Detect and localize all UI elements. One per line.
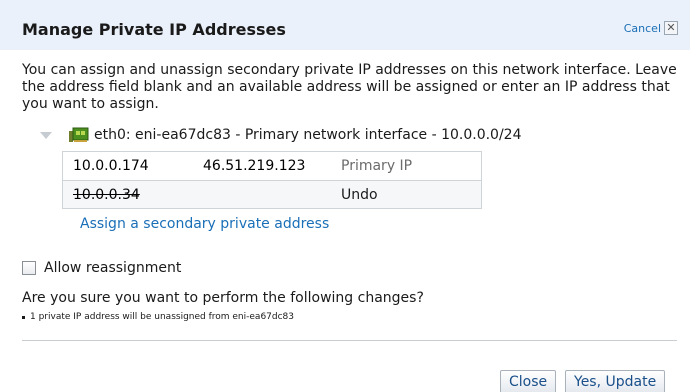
expand-triangle-icon[interactable] (40, 131, 52, 139)
dialog-title: Manage Private IP Addresses (22, 20, 286, 39)
allow-reassignment-control[interactable]: Allow reassignment (22, 260, 181, 276)
network-interface-row: eth0: eni-ea67dc83 - Primary network int… (40, 126, 522, 144)
primary-ip-label: Primary IP (341, 158, 413, 174)
intro-text: You can assign and unassign secondary pr… (22, 62, 677, 112)
table-row: 10.0.0.34 Undo (63, 180, 481, 208)
public-ip-cell: 46.51.219.123 (203, 158, 306, 174)
bullet-icon (22, 315, 25, 319)
unassigned-ip-cell: 10.0.0.34 (73, 186, 140, 203)
assign-secondary-address-link[interactable]: Assign a secondary private address (80, 216, 329, 232)
close-icon[interactable]: ✕ (664, 21, 678, 35)
table-row: 10.0.0.174 46.51.219.123 Primary IP (63, 152, 481, 180)
network-card-icon (69, 127, 89, 142)
undo-link[interactable]: Undo (341, 187, 481, 203)
cancel-control[interactable]: Cancel ✕ (624, 21, 678, 35)
allow-reassignment-checkbox[interactable] (22, 261, 36, 275)
allow-reassignment-label[interactable]: Allow reassignment (44, 260, 181, 276)
ip-address-table: 10.0.0.174 46.51.219.123 Primary IP 10.0… (62, 151, 482, 209)
close-button[interactable]: Close (500, 370, 557, 392)
cancel-link[interactable]: Cancel (624, 22, 661, 35)
dialog-header: Manage Private IP Addresses Cancel ✕ (0, 0, 690, 50)
manage-private-ip-dialog: Manage Private IP Addresses Cancel ✕ You… (0, 0, 690, 392)
private-ip-cell: 10.0.0.174 (73, 158, 149, 174)
change-text: 1 private IP address will be unassigned … (30, 312, 295, 322)
network-interface-label: eth0: eni-ea67dc83 - Primary network int… (94, 127, 522, 143)
divider (22, 340, 677, 341)
yes-update-button[interactable]: Yes, Update (565, 370, 666, 392)
confirm-question: Are you sure you want to perform the fol… (22, 290, 424, 306)
change-list-item: 1 private IP address will be unassigned … (22, 312, 294, 322)
